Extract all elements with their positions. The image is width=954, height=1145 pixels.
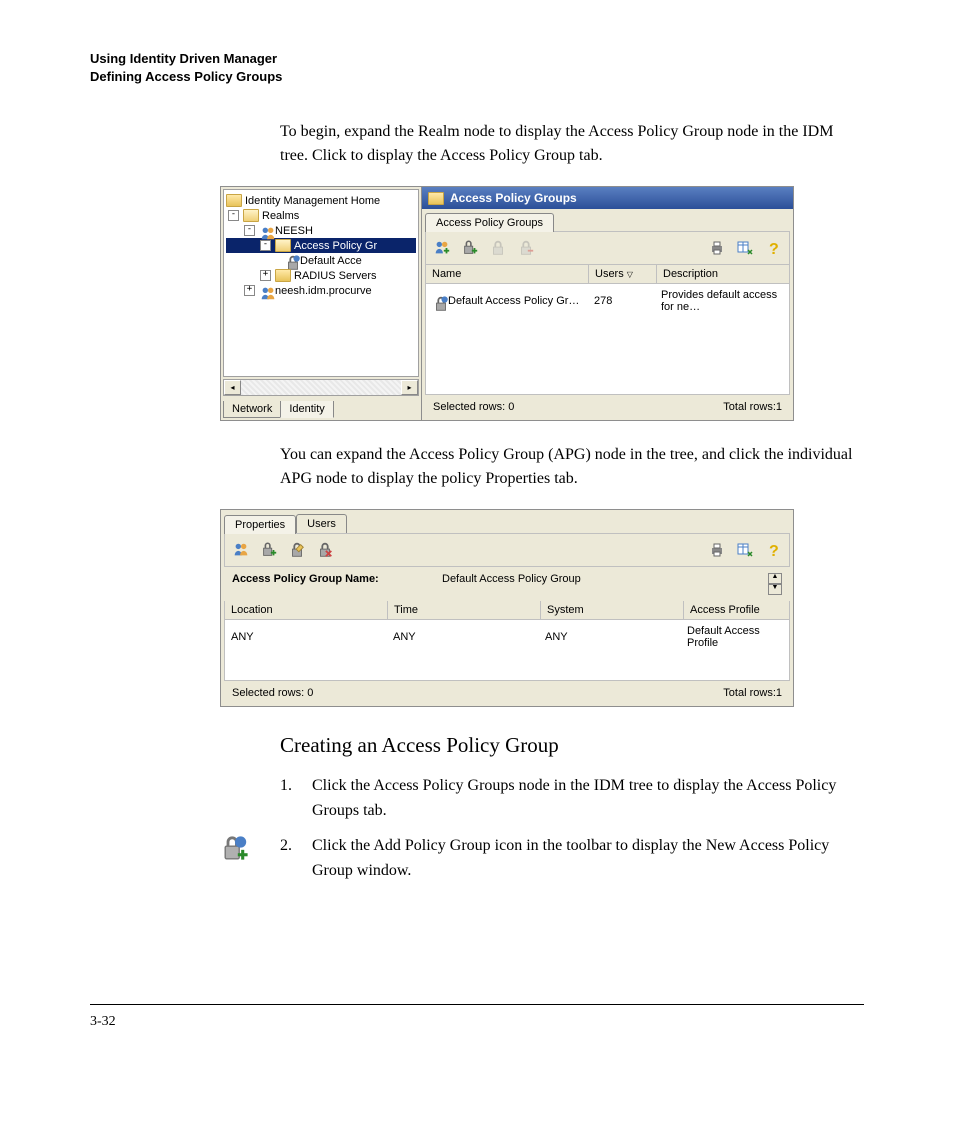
help-icon[interactable]: ? xyxy=(763,540,783,560)
figure-2: Properties Users ? Access Policy Group N… xyxy=(220,509,864,707)
collapse-icon[interactable]: - xyxy=(228,210,239,221)
section-title: Creating an Access Policy Group xyxy=(280,733,864,758)
panel-titlebar: Access Policy Groups xyxy=(422,187,793,209)
apg-name-label: Access Policy Group Name: xyxy=(232,573,442,595)
col-location[interactable]: Location xyxy=(225,601,388,619)
step-text: Click the Add Policy Group icon in the t… xyxy=(312,834,844,884)
step-text: Click the Access Policy Groups node in t… xyxy=(312,774,844,824)
tab-access-policy-groups[interactable]: Access Policy Groups xyxy=(425,213,554,232)
users-icon xyxy=(259,284,272,297)
collapse-icon[interactable]: - xyxy=(260,240,271,251)
spin-down-icon[interactable]: ▼ xyxy=(768,584,782,595)
users-icon xyxy=(259,224,272,237)
total-rows: Total rows:1 xyxy=(723,687,782,699)
footer-rule xyxy=(90,1004,864,1006)
step-1: 1. Click the Access Policy Groups node i… xyxy=(280,774,864,824)
tree-apg[interactable]: Access Policy Gr xyxy=(294,240,377,252)
col-name[interactable]: Name xyxy=(426,265,589,283)
add-policy-group-icon xyxy=(220,834,250,864)
delete-policy-icon[interactable] xyxy=(315,540,335,560)
step-number: 1. xyxy=(280,774,300,824)
svg-text:?: ? xyxy=(769,241,779,256)
col-access-profile[interactable]: Access Profile xyxy=(684,601,789,619)
intro-paragraph-1: To begin, expand the Realm node to displ… xyxy=(280,120,864,168)
help-icon[interactable]: ? xyxy=(763,238,783,258)
spin-up-icon[interactable]: ▲ xyxy=(768,573,782,584)
col-users[interactable]: Users ▽ xyxy=(589,265,657,283)
step-number: 2. xyxy=(280,834,300,884)
grid-header: Name Users ▽ Description xyxy=(425,265,790,284)
folder-icon xyxy=(428,192,444,205)
tree-default-access[interactable]: Default Acce xyxy=(300,255,362,267)
total-rows: Total rows:1 xyxy=(723,401,782,413)
edit-policy-icon[interactable] xyxy=(287,540,307,560)
expand-icon[interactable]: + xyxy=(260,270,271,281)
print-icon[interactable] xyxy=(707,238,727,258)
select-columns-icon[interactable] xyxy=(735,540,755,560)
print-icon[interactable] xyxy=(707,540,727,560)
collapse-icon[interactable]: - xyxy=(244,225,255,236)
tree-realms[interactable]: Realms xyxy=(262,210,299,222)
header-line-2: Defining Access Policy Groups xyxy=(90,68,864,86)
tree-neesh-idm[interactable]: neesh.idm.procurve xyxy=(275,285,372,297)
panel-title: Access Policy Groups xyxy=(450,191,577,205)
edit-policy-icon xyxy=(488,238,508,258)
col-description[interactable]: Description xyxy=(657,265,789,283)
delete-policy-icon xyxy=(516,238,536,258)
grid-body[interactable]: Default Access Policy Gr… 278 Provides d… xyxy=(425,284,790,395)
lock-icon xyxy=(284,254,297,267)
tree-body[interactable]: Identity Management Home -Realms - NEESH… xyxy=(223,189,419,377)
grid-header: Location Time System Access Profile xyxy=(224,601,790,620)
col-time[interactable]: Time xyxy=(388,601,541,619)
toolbar: ? xyxy=(425,231,790,265)
toolbar: ? xyxy=(224,533,790,567)
tab-identity[interactable]: Identity xyxy=(280,401,333,418)
selected-rows: Selected rows: 0 xyxy=(232,687,313,699)
expand-icon[interactable]: + xyxy=(244,285,255,296)
table-row[interactable]: ANY ANY ANY Default Access Profile xyxy=(225,620,789,654)
page-header: Using Identity Driven Manager Defining A… xyxy=(90,50,864,86)
scroll-right-button[interactable]: ▸ xyxy=(401,380,418,395)
lock-icon xyxy=(432,295,445,308)
figure-1: Identity Management Home -Realms - NEESH… xyxy=(220,186,864,421)
tree-neesh[interactable]: NEESH xyxy=(275,225,313,237)
status-bar: Selected rows: 0 Total rows:1 xyxy=(425,397,790,417)
apg-name-value: Default Access Policy Group xyxy=(442,573,581,595)
tree-radius[interactable]: RADIUS Servers xyxy=(294,270,377,282)
add-policy-group-icon[interactable] xyxy=(259,540,279,560)
tab-network[interactable]: Network xyxy=(223,401,281,418)
tree-root[interactable]: Identity Management Home xyxy=(245,195,380,207)
intro-paragraph-2: You can expand the Access Policy Group (… xyxy=(280,443,864,491)
tab-properties[interactable]: Properties xyxy=(224,515,296,534)
order-spinner[interactable]: ▲ ▼ xyxy=(768,573,782,595)
table-row[interactable]: Default Access Policy Gr… 278 Provides d… xyxy=(426,284,789,318)
tree-pane: Identity Management Home -Realms - NEESH… xyxy=(221,187,422,420)
add-user-group-icon[interactable] xyxy=(231,540,251,560)
col-system[interactable]: System xyxy=(541,601,684,619)
grid-body[interactable]: ANY ANY ANY Default Access Profile xyxy=(224,620,790,681)
name-row: Access Policy Group Name: Default Access… xyxy=(224,567,790,601)
tab-users[interactable]: Users xyxy=(296,514,347,533)
svg-text:?: ? xyxy=(769,543,779,558)
status-bar: Selected rows: 0 Total rows:1 xyxy=(224,683,790,703)
page-number: 3-32 xyxy=(90,1014,864,1030)
add-policy-group-icon[interactable] xyxy=(460,238,480,258)
select-columns-icon[interactable] xyxy=(735,238,755,258)
add-user-group-icon[interactable] xyxy=(432,238,452,258)
horizontal-scrollbar[interactable]: ◂ ▸ xyxy=(223,379,419,396)
header-line-1: Using Identity Driven Manager xyxy=(90,50,864,68)
step-2: 2. Click the Add Policy Group icon in th… xyxy=(280,834,864,884)
selected-rows: Selected rows: 0 xyxy=(433,401,514,413)
scroll-left-button[interactable]: ◂ xyxy=(224,380,241,395)
